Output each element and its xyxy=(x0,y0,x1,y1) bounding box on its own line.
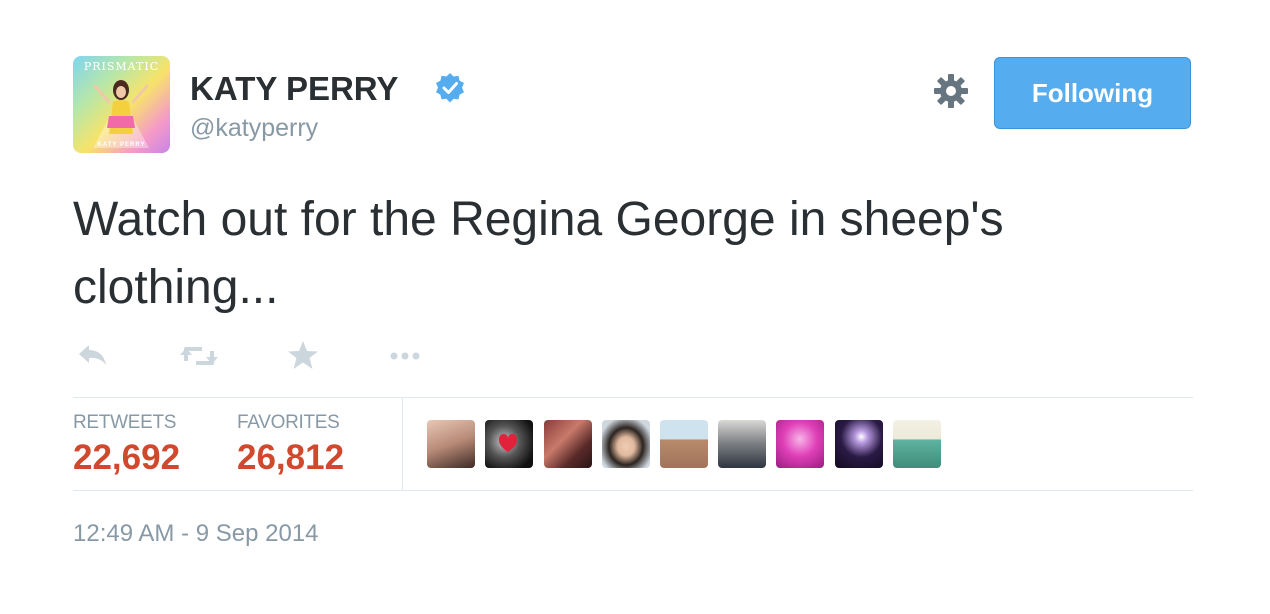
fav-user-avatar[interactable] xyxy=(718,420,766,468)
profile-name[interactable]: KATY PERRY xyxy=(190,70,398,108)
gear-icon[interactable] xyxy=(932,72,970,110)
retweet-icon[interactable] xyxy=(179,338,219,374)
fav-user-avatar[interactable] xyxy=(544,420,592,468)
fav-user-avatar[interactable] xyxy=(427,420,475,468)
stats-top-divider xyxy=(73,397,1193,398)
fav-user-avatar[interactable] xyxy=(485,420,533,468)
favorites-count: 26,812 xyxy=(237,438,345,477)
favorite-icon[interactable] xyxy=(283,338,323,374)
fav-user-avatar[interactable] xyxy=(602,420,650,468)
avatar-art-name: KATY PERRY xyxy=(97,142,146,148)
following-button[interactable]: Following xyxy=(994,57,1191,129)
heart-icon xyxy=(499,434,517,452)
reply-icon[interactable] xyxy=(73,338,113,374)
more-icon[interactable] xyxy=(385,338,425,374)
tweet-text: Watch out for the Regina George in sheep… xyxy=(73,193,1004,314)
favorites-stat[interactable]: FAVORITES 26,812 xyxy=(237,412,344,478)
favorites-label: FAVORITES xyxy=(237,412,340,433)
retweets-count: 22,692 xyxy=(73,438,181,477)
profile-handle[interactable]: @katyperry xyxy=(190,114,318,143)
retweets-stat[interactable]: RETWEETS 22,692 xyxy=(73,412,180,478)
retweets-label: RETWEETS xyxy=(73,412,177,433)
fav-user-avatar[interactable] xyxy=(660,420,708,468)
fav-user-avatar[interactable] xyxy=(893,420,941,468)
stats-vertical-divider xyxy=(402,398,403,490)
fav-user-avatar[interactable] xyxy=(776,420,824,468)
avatar-figure xyxy=(93,80,149,148)
fav-user-avatar[interactable] xyxy=(835,420,883,468)
profile-avatar[interactable]: PRISMATIC KATY PERRY xyxy=(73,56,170,153)
tweet-timestamp[interactable]: 12:49 AM - 9 Sep 2014 xyxy=(73,520,319,548)
verified-badge-icon xyxy=(436,73,464,103)
stats-bottom-divider xyxy=(73,490,1193,491)
